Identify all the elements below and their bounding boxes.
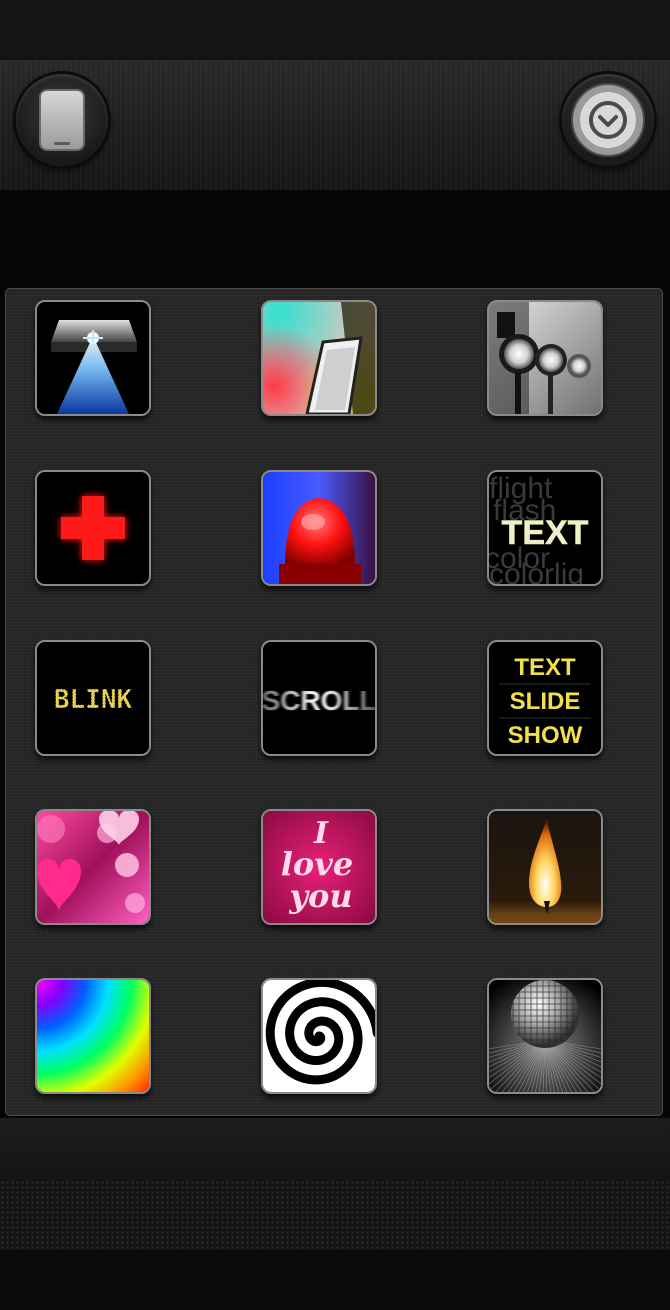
disco-ball-tile[interactable] (487, 978, 603, 1094)
flashlight-tile[interactable] (35, 300, 151, 416)
siren-light-icon (263, 472, 375, 584)
text-tile-label: TEXT (502, 514, 589, 552)
red-cross-icon (37, 472, 149, 584)
blink-text-icon: BLINK (37, 642, 149, 754)
slideshow-line-3: SHOW (508, 722, 583, 749)
chevron-down-circle-icon (571, 83, 645, 157)
scroll-text-icon: SCROLL (263, 642, 375, 754)
status-bar (0, 0, 670, 60)
color-screen-tile[interactable] (261, 300, 377, 416)
blink-tile[interactable]: BLINK (35, 640, 151, 756)
love-line-3: you (288, 877, 352, 915)
bottom-mesh (0, 1180, 670, 1250)
text-slideshow-tile[interactable]: TEXT SLIDE SHOW (487, 640, 603, 756)
stage-spotlights-icon (489, 302, 601, 414)
bottom-bar (0, 1250, 670, 1310)
bg-word: colorlig (489, 558, 584, 584)
scroll-label: SCROLL (263, 685, 375, 716)
disco-ball-icon (489, 980, 601, 1092)
i-love-you-tile[interactable]: I love you (261, 809, 377, 925)
blink-label: BLINK (54, 685, 133, 715)
candle-tile[interactable] (487, 809, 603, 925)
emergency-cross-tile[interactable] (35, 470, 151, 586)
text-tile[interactable]: flight flash color colorlig TEXT (487, 470, 603, 586)
candle-flame-icon (489, 811, 601, 923)
slideshow-line-1: TEXT (514, 654, 576, 681)
love-message-icon: I love you (263, 811, 375, 923)
slideshow-line-2: SLIDE (510, 688, 581, 715)
scroll-tile[interactable]: SCROLL (261, 640, 377, 756)
phone-color-light-icon (263, 302, 375, 414)
spotlights-tile[interactable] (487, 300, 603, 416)
rainbow-gradient-icon (37, 980, 149, 1092)
bottom-bar-top (0, 1118, 670, 1180)
hypno-spiral-tile[interactable] (261, 978, 377, 1094)
menu-dropdown-button[interactable] (562, 74, 654, 166)
spiral-icon (263, 980, 375, 1092)
hearts-bokeh-icon (37, 811, 149, 923)
phone-screen-icon (39, 89, 85, 151)
text-icon: flight flash color colorlig TEXT (489, 472, 601, 584)
screen-light-button[interactable] (16, 74, 108, 166)
slideshow-text-icon: TEXT SLIDE SHOW (489, 642, 601, 754)
phone-flashlight-icon (37, 302, 149, 414)
rainbow-tile[interactable] (35, 978, 151, 1094)
hearts-tile[interactable] (35, 809, 151, 925)
police-siren-tile[interactable] (261, 470, 377, 586)
